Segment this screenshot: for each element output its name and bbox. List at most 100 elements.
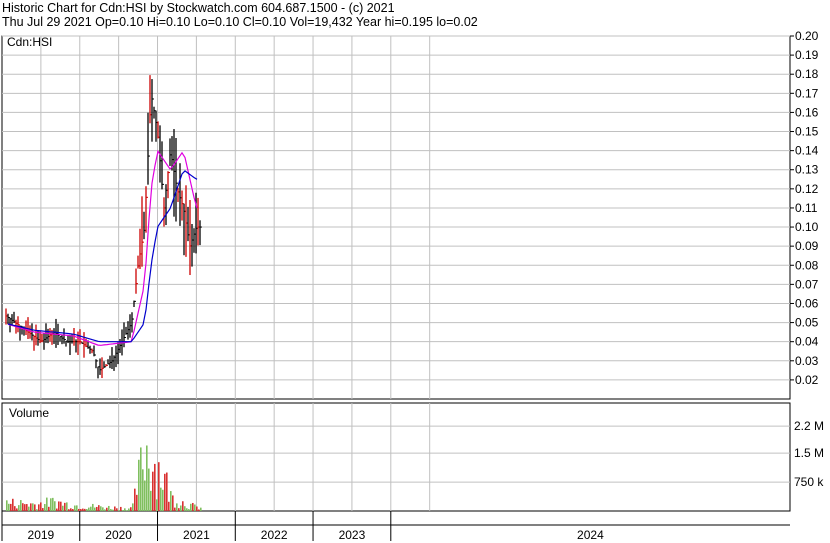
volume-bar [166, 472, 168, 511]
x-year-label: 2024 [577, 528, 604, 542]
volume-bar [182, 501, 184, 511]
volume-bar [130, 507, 132, 511]
volume-bar [56, 508, 58, 511]
volume-bar [102, 507, 104, 511]
volume-bar [82, 508, 84, 511]
volume-bar [110, 509, 112, 511]
volume-bar [116, 508, 118, 511]
volume-bar [120, 506, 122, 511]
volume-frame [1, 402, 791, 512]
price-tick-label: 0.02 [795, 373, 819, 387]
volume-bar [198, 509, 200, 511]
volume-bar [188, 509, 190, 511]
volume-bar [34, 504, 36, 511]
price-tick-label: 0.07 [795, 277, 819, 291]
volume-bar [88, 507, 90, 511]
volume-bar [138, 459, 140, 511]
volume-tick-label: 2.2 M [794, 419, 824, 433]
volume-bar [154, 463, 156, 511]
volume-bar [72, 509, 74, 511]
volume-bar [58, 501, 60, 511]
volume-bar [178, 508, 180, 511]
volume-bar [24, 504, 26, 511]
volume-bar [162, 489, 164, 511]
price-tick-label: 0.11 [795, 201, 818, 215]
x-axis: 2019 2020 2021 2022 2023 2024 [1, 511, 790, 542]
volume-bar [66, 502, 68, 511]
volume-bar [42, 508, 44, 511]
price-tick-label: 0.04 [795, 335, 819, 349]
price-tick-label: 0.14 [795, 144, 819, 158]
volume-bar [10, 503, 12, 511]
volume-bar [50, 498, 52, 511]
volume-bar [148, 468, 150, 511]
volume-bar [22, 503, 24, 511]
volume-bar [144, 480, 146, 511]
volume-bar [48, 506, 50, 511]
volume-bar [86, 509, 88, 511]
volume-bar [194, 504, 196, 511]
price-tick-label: 0.06 [795, 296, 819, 310]
price-tick-label: 0.20 [795, 29, 819, 43]
volume-bar [96, 506, 98, 511]
volume-bar [52, 497, 54, 511]
volume-bar [20, 500, 22, 511]
stock-chart: 0.20 0.19 0.18 0.17 0.16 0.15 0.14 0.13 0.12 0.11… [1, 29, 824, 542]
volume-bar [192, 502, 194, 511]
volume-bar [12, 498, 14, 511]
volume-bar [184, 506, 186, 511]
volume-bar [98, 505, 100, 511]
volume-bar [78, 508, 80, 511]
volume-bar [152, 471, 154, 511]
volume-bar [142, 469, 144, 511]
price-tick-label: 0.18 [795, 67, 819, 81]
volume-bar [36, 509, 38, 511]
price-tick-label: 0.16 [795, 105, 819, 119]
volume-bar [30, 503, 32, 511]
volume-bar [146, 445, 148, 511]
volume-bar [28, 506, 30, 511]
x-year-label: 2023 [339, 528, 366, 542]
volume-bar [26, 504, 28, 511]
volume-bar [90, 506, 92, 511]
volume-bar [136, 494, 138, 511]
volume-bar [68, 509, 70, 511]
price-tick-label: 0.08 [795, 258, 819, 272]
price-tick-label: 0.03 [795, 354, 819, 368]
price-tick-label: 0.09 [795, 239, 819, 253]
volume-bar [70, 508, 72, 511]
volume-bar [172, 495, 174, 511]
volume-bar [18, 505, 20, 511]
volume-label: Volume [9, 406, 49, 420]
x-year-label: 2019 [28, 528, 55, 542]
volume-bar [60, 501, 62, 511]
volume-bar [106, 507, 108, 511]
volume-bar [180, 505, 182, 511]
x-year-label: 2021 [183, 528, 210, 542]
volume-tick-label: 750 k [794, 475, 824, 489]
volume-bar [126, 510, 128, 511]
volume-bar [156, 499, 158, 511]
volume-bar [74, 505, 76, 511]
x-year-label: 2020 [105, 528, 132, 542]
volume-bar [140, 447, 142, 511]
volume-bar [8, 503, 10, 511]
price-tick-label: 0.17 [795, 86, 819, 100]
volume-bar [128, 508, 130, 511]
volume-bar [76, 505, 78, 511]
volume-bar [168, 501, 170, 511]
price-tick-label: 0.13 [795, 163, 819, 177]
volume-bar [62, 505, 64, 511]
volume-bar [200, 507, 202, 511]
price-tick-label: 0.19 [795, 48, 819, 62]
volume-bar [64, 502, 66, 511]
volume-bar [92, 503, 94, 511]
volume-bar [84, 508, 86, 511]
volume-bar [38, 504, 40, 511]
volume-bar [54, 501, 56, 511]
symbol-label: Cdn:HSI [7, 35, 52, 49]
volume-bar [40, 502, 42, 511]
volume-bar [46, 497, 48, 511]
volume-tick-label: 1.5 M [794, 446, 824, 460]
volume-bar [158, 462, 160, 511]
